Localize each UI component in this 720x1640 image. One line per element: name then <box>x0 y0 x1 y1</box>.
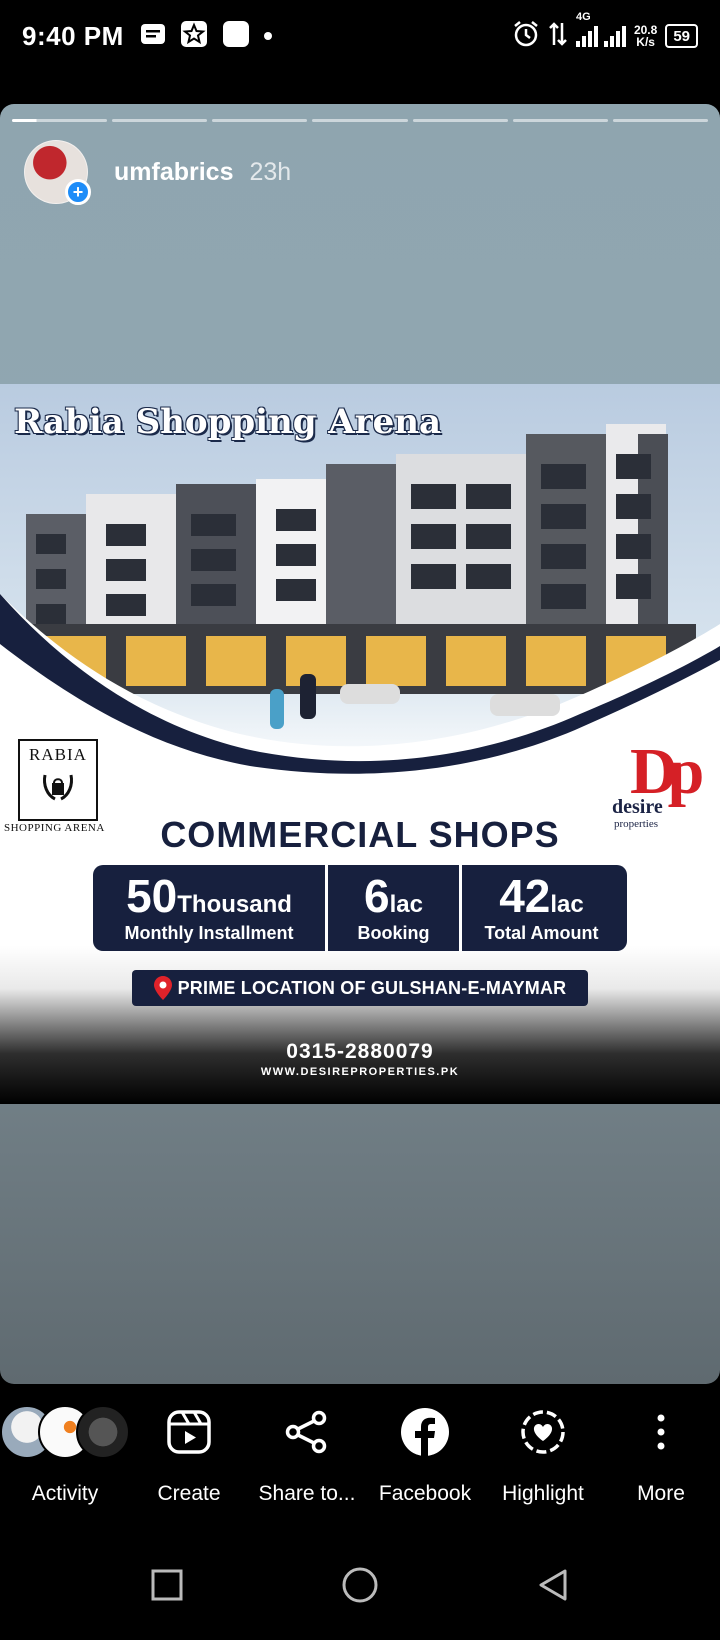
star-app-icon <box>180 20 208 53</box>
installment-label: Monthly Installment <box>124 922 294 943</box>
phone-number: 0315-2880079 <box>286 1040 434 1063</box>
installment-unit: Thousand <box>177 890 292 918</box>
recents-icon <box>151 1569 183 1601</box>
progress-segment <box>512 119 608 122</box>
share-button[interactable]: Share to... <box>248 1396 366 1526</box>
booking-label: Booking <box>357 922 430 943</box>
data-arrows-icon <box>548 21 568 52</box>
rabia-logo-name: RABIA <box>29 745 87 764</box>
signal-icon: 4G <box>575 11 626 47</box>
progress-segment <box>112 119 208 122</box>
installment-amount: 50 <box>126 869 178 922</box>
status-time: 9:40 PM <box>22 20 124 51</box>
facebook-label: Facebook <box>378 1482 472 1505</box>
story-viewer[interactable]: + umfabrics 23h Rabia Shopping Arena RAB… <box>0 104 720 1384</box>
website: WWW.DESIREPROPERTIES.PK <box>260 1066 460 1078</box>
location-text: PRIME LOCATION OF GULSHAN-E-MAYMAR <box>177 977 567 998</box>
facebook-icon <box>400 1396 450 1468</box>
system-nav-bar <box>0 1530 720 1640</box>
activity-button[interactable]: Activity <box>0 1396 130 1526</box>
network-type: 4G <box>575 11 591 23</box>
profile-avatar[interactable]: + <box>24 140 91 205</box>
notification-icons <box>140 20 272 53</box>
progress-segment <box>212 119 308 122</box>
share-icon <box>284 1396 330 1468</box>
activity-label: Activity <box>31 1482 99 1505</box>
installment-cell: 50 Thousand Monthly Installment <box>93 865 325 951</box>
progress-segment-active <box>12 119 108 122</box>
total-label: Total Amount <box>484 922 599 943</box>
create-label: Create <box>157 1482 221 1505</box>
more-button[interactable]: More <box>602 1396 720 1526</box>
speed-unit: K/s <box>636 35 655 49</box>
progress-segment <box>312 119 408 122</box>
reels-icon <box>166 1396 212 1468</box>
message-icon <box>140 22 166 51</box>
share-label: Share to... <box>258 1482 356 1505</box>
add-story-icon[interactable]: + <box>65 179 91 205</box>
total-amount: 42 <box>499 869 551 922</box>
dot-icon <box>263 32 272 40</box>
system-icons: 4G 20.8 K/s 59 <box>512 11 698 53</box>
app-square-icon <box>222 20 250 53</box>
pricing-box: 50 Thousand Monthly Installment 6 lac Bo… <box>93 865 627 951</box>
back-icon <box>539 1569 567 1601</box>
more-vertical-icon <box>655 1396 667 1468</box>
booking-cell: 6 lac Booking <box>325 865 459 951</box>
home-icon <box>342 1567 378 1603</box>
rabia-emblem-icon <box>43 774 73 801</box>
booking-amount: 6 <box>364 869 390 922</box>
avatar <box>76 1405 130 1459</box>
story-action-bar: Activity Create Share to... Facebook Hig… <box>0 1396 720 1526</box>
facebook-button[interactable]: Facebook <box>366 1396 484 1526</box>
location-pin-icon <box>153 976 172 1000</box>
story-progress <box>12 119 708 122</box>
username[interactable]: umfabrics <box>114 158 233 187</box>
network-speed: 20.8 K/s <box>634 24 657 48</box>
story-header: + umfabrics 23h <box>24 140 292 205</box>
alarm-icon <box>512 20 540 53</box>
ad-heading: COMMERCIAL SHOPS <box>160 814 560 855</box>
back-button[interactable] <box>523 1555 583 1615</box>
location-bar: PRIME LOCATION OF GULSHAN-E-MAYMAR <box>132 970 588 1006</box>
more-label: More <box>637 1482 685 1505</box>
create-button[interactable]: Create <box>130 1396 248 1526</box>
highlight-icon <box>519 1396 567 1468</box>
highlight-button[interactable]: Highlight <box>484 1396 602 1526</box>
status-bar: 9:40 PM 4G 20.8 K/s 59 <box>0 0 720 72</box>
battery-level: 59 <box>673 27 690 45</box>
progress-segment <box>612 119 708 122</box>
rabia-logo: RABIA <box>18 739 98 821</box>
total-unit: lac <box>550 890 584 918</box>
story-image: Rabia Shopping Arena RABIA SHOPPING AREN… <box>0 384 720 1104</box>
home-button[interactable] <box>330 1555 390 1615</box>
highlight-label: Highlight <box>502 1482 584 1505</box>
progress-segment <box>412 119 508 122</box>
ad-title: Rabia Shopping Arena <box>14 402 442 442</box>
booking-unit: lac <box>389 890 423 918</box>
total-cell: 42 lac Total Amount <box>459 865 621 951</box>
recents-button[interactable] <box>137 1555 197 1615</box>
story-time: 23h <box>249 157 292 186</box>
battery-icon: 59 <box>665 24 698 48</box>
activity-avatars-icon <box>0 1396 130 1468</box>
